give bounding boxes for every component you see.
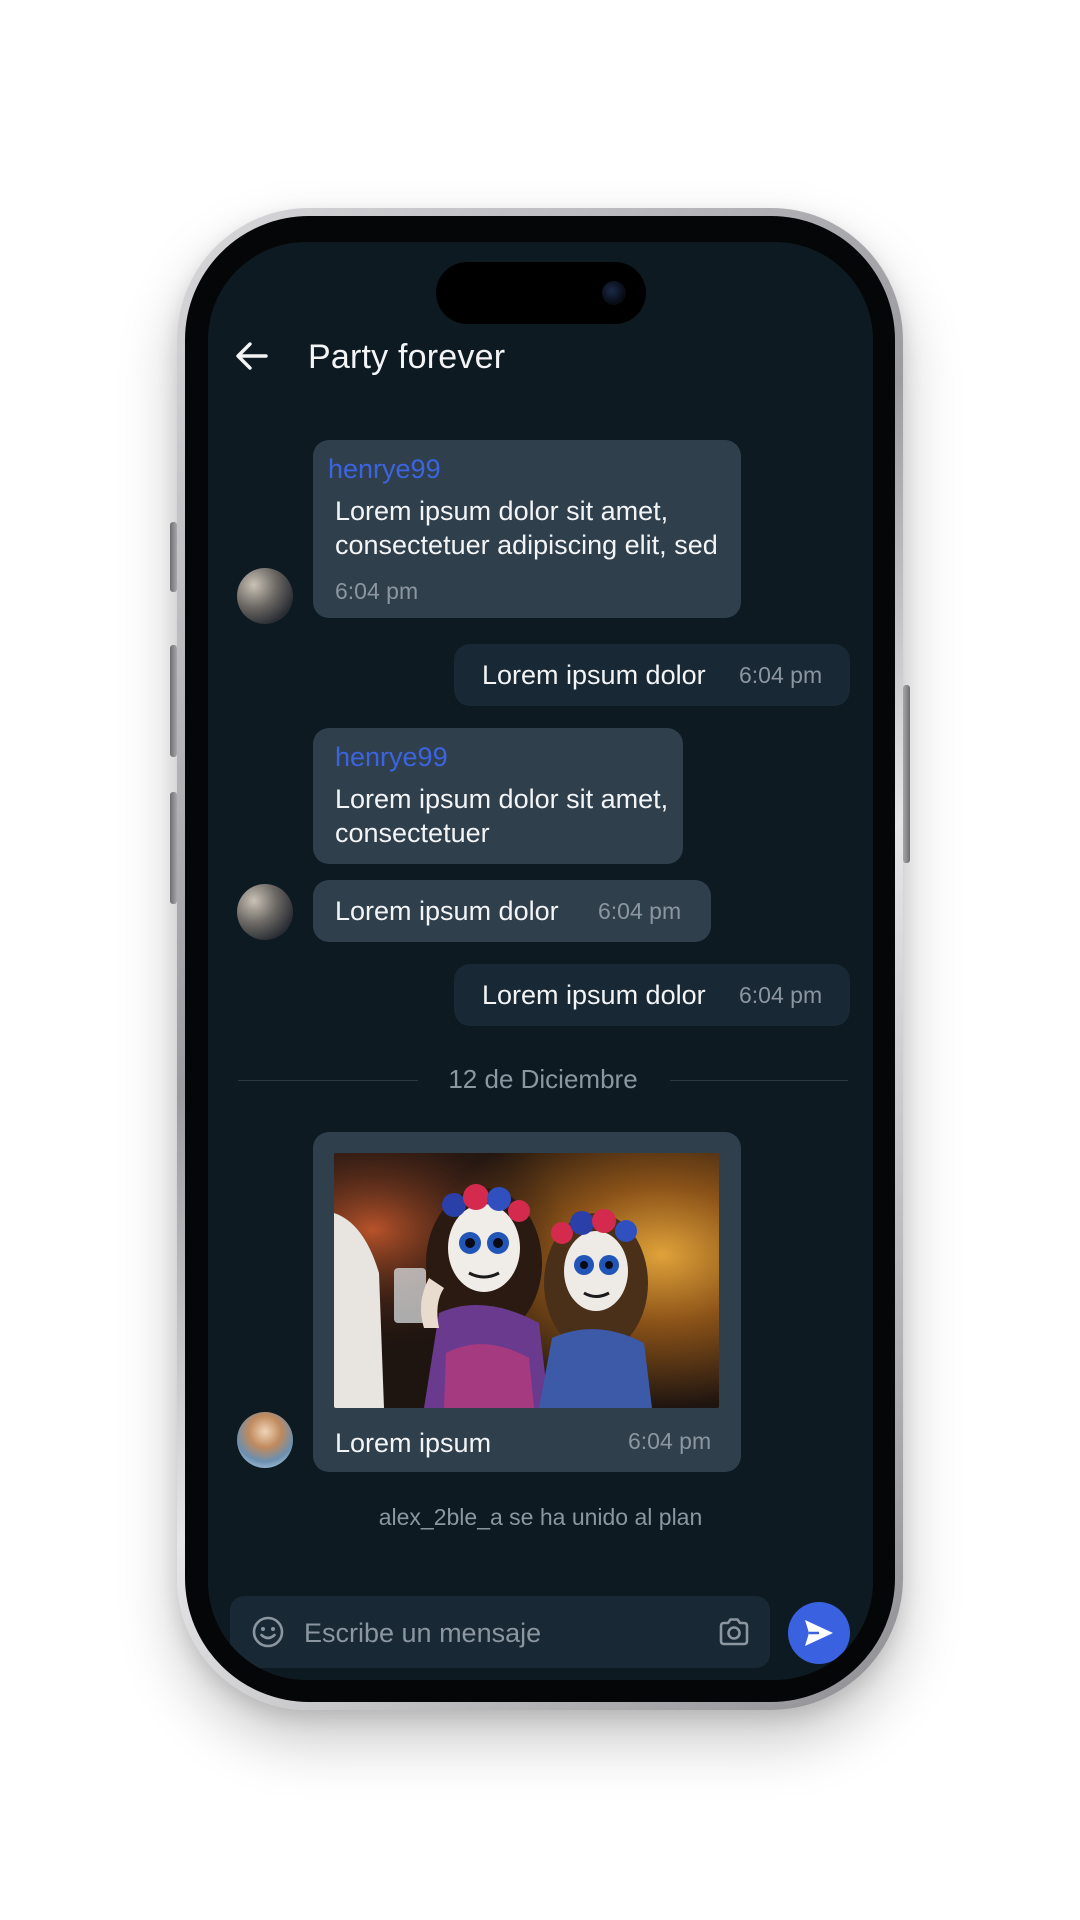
chat-header: Party forever [208,322,873,392]
message-time: 6:04 pm [598,898,682,924]
message-bubble-incoming[interactable]: henrye99 Lorem ipsum dolor sit amet, con… [313,728,683,864]
back-button[interactable] [232,336,272,376]
message-text: Lorem ipsum dolor sit amet, consectetuer… [335,494,718,562]
emoji-smile-icon [252,1616,284,1648]
message-text-line: consectetuer adipiscing elit, sed [335,530,718,560]
shared-photo[interactable] [334,1153,719,1408]
chat-screen: Party forever henrye99 Lorem ipsum dolor… [208,242,873,1680]
sender-name[interactable]: henrye99 [335,742,448,773]
system-notification: alex_2ble_a se ha unido al plan [378,1504,703,1530]
message-time: 6:04 pm [628,1428,712,1454]
message-text-line: Lorem ipsum dolor sit amet, [335,784,669,814]
canvas: Party forever henrye99 Lorem ipsum dolor… [0,0,1080,1920]
chat-title: Party forever [308,338,506,376]
divider [670,1080,848,1081]
message-text: Lorem ipsum dolor [335,896,559,926]
message-bubble-outgoing[interactable]: Lorem ipsum dolor 6:04 pm [454,964,850,1026]
camera-icon [719,1618,749,1646]
volume-down-button [170,792,177,904]
message-time: 6:04 pm [739,982,823,1008]
avatar[interactable] [237,884,293,940]
action-button [170,522,177,592]
message-bubble-incoming[interactable]: henrye99 Lorem ipsum dolor sit amet, con… [313,440,741,618]
image-message-bubble[interactable]: Lorem ipsum 6:04 pm [313,1132,741,1472]
sender-name[interactable]: henrye99 [328,454,441,485]
volume-up-button [170,645,177,757]
send-button[interactable] [788,1602,850,1664]
message-bubble-outgoing[interactable]: Lorem ipsum dolor 6:04 pm [454,644,850,706]
arrow-left-icon [236,342,268,370]
message-bubble-incoming[interactable]: Lorem ipsum dolor 6:04 pm [313,880,711,942]
send-icon [805,1620,833,1646]
message-text-line: Lorem ipsum dolor sit amet, [335,496,669,526]
front-camera [602,281,626,305]
party-photo-image [334,1153,719,1408]
message-text: Lorem ipsum dolor [482,980,706,1010]
image-caption: Lorem ipsum [335,1428,492,1458]
power-button [903,685,910,863]
camera-button[interactable] [716,1614,752,1650]
emoji-button[interactable] [250,1614,286,1650]
message-text: Lorem ipsum dolor sit amet, consectetuer [335,782,668,850]
date-separator: 12 de Diciembre [238,1062,848,1098]
message-composer [230,1596,770,1668]
message-time: 6:04 pm [335,578,419,604]
avatar[interactable] [237,568,293,624]
avatar[interactable] [237,1412,293,1468]
message-time: 6:04 pm [739,662,823,688]
message-text: Lorem ipsum dolor [482,660,706,690]
message-input[interactable] [302,1608,696,1658]
message-text-line: consectetuer [335,818,490,848]
dynamic-island [436,262,646,324]
